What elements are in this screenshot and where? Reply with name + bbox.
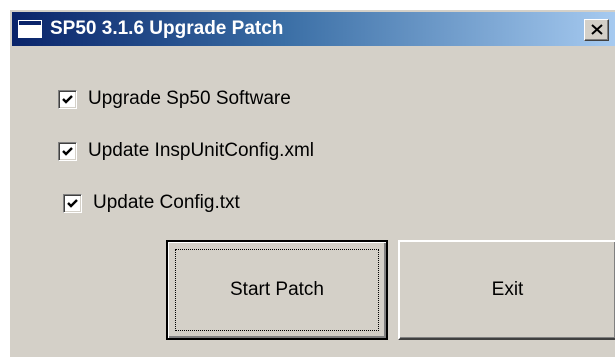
update-inspunitconfig-checkbox[interactable] [58, 141, 77, 161]
option-upgrade-software[interactable]: Upgrade Sp50 Software [58, 87, 291, 111]
exit-button[interactable]: Exit [398, 240, 615, 340]
checkmark-icon [62, 94, 73, 104]
update-config-txt-checkbox[interactable] [63, 193, 82, 213]
update-config-txt-label: Update Config.txt [93, 192, 240, 213]
exit-label: Exit [491, 279, 524, 300]
upgrade-software-checkbox[interactable] [58, 89, 77, 109]
start-patch-button[interactable]: Start Patch [166, 240, 388, 340]
close-icon [591, 24, 603, 35]
update-inspunitconfig-label: Update InspUnitConfig.xml [88, 140, 314, 161]
focus-ring [175, 249, 379, 331]
title-bar[interactable]: SP50 3.1.6 Upgrade Patch [12, 12, 615, 46]
option-update-inspunitconfig[interactable]: Update InspUnitConfig.xml [58, 139, 314, 163]
option-update-config-txt[interactable]: Update Config.txt [63, 191, 240, 215]
dialog-window: SP50 3.1.6 Upgrade Patch Upgrade Sp50 So… [8, 8, 615, 357]
upgrade-software-label: Upgrade Sp50 Software [88, 88, 291, 109]
checkmark-icon [62, 146, 73, 156]
close-button[interactable] [584, 19, 609, 41]
window-icon [18, 20, 42, 38]
window-title: SP50 3.1.6 Upgrade Patch [50, 18, 284, 39]
checkmark-icon [67, 198, 78, 208]
